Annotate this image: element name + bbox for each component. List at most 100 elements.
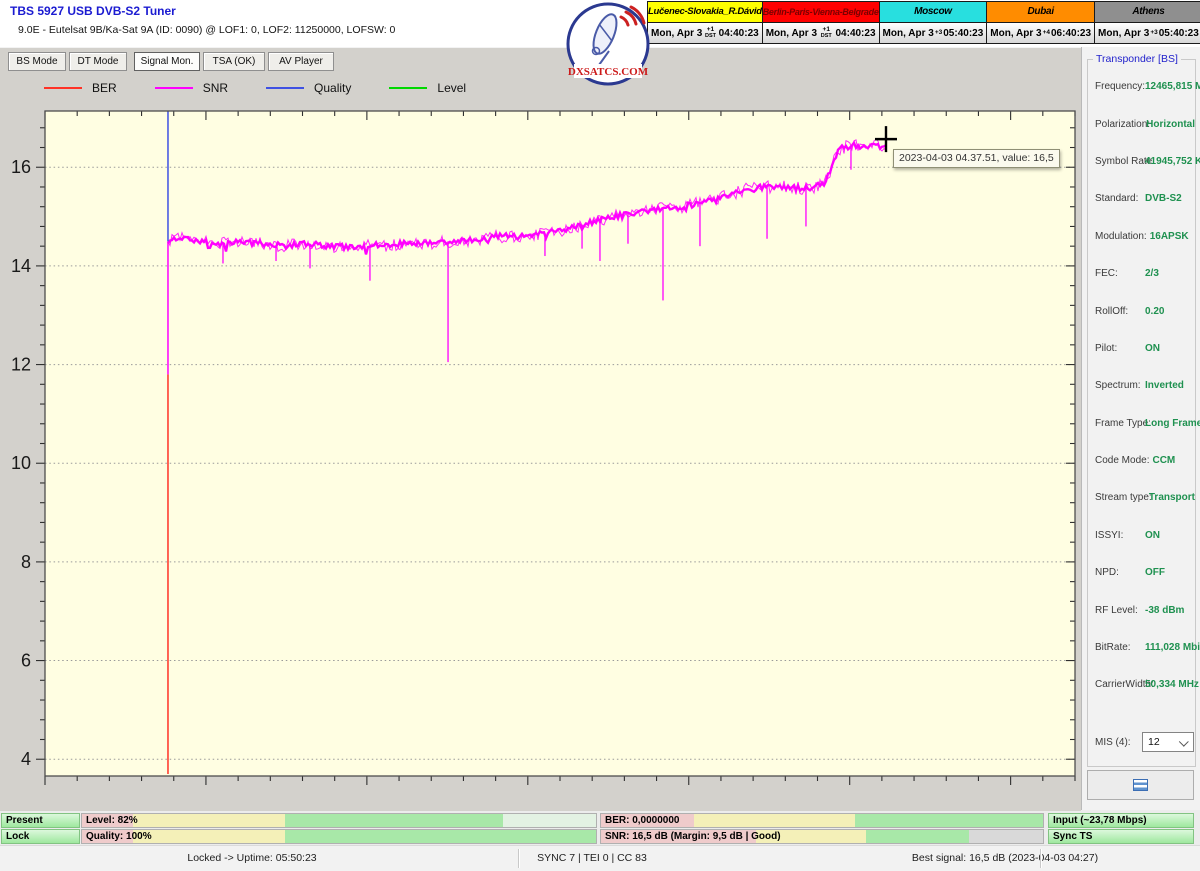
quality-bar: Quality: 100%: [81, 829, 597, 844]
level-bar: Level: 82%: [81, 813, 597, 828]
field-label: Stream type:: [1095, 492, 1152, 504]
field-label: CarrierWidth:: [1095, 679, 1154, 691]
clock-time: 05:40:23: [943, 27, 984, 39]
level-bar-text: Level: 82%: [86, 815, 138, 826]
clock-utc-offset: +4: [1042, 28, 1050, 36]
uptime-status: Locked -> Uptime: 05:50:23: [187, 852, 317, 864]
logo-text: DXSATCS.COM: [568, 66, 649, 78]
field-value: ON: [1145, 342, 1160, 354]
legend-label: Quality: [314, 81, 352, 95]
sync-counters: SYNC 7 | TEI 0 | CC 83: [537, 852, 647, 864]
svg-text:14: 14: [11, 256, 31, 276]
field-label: RF Level:: [1095, 604, 1138, 616]
clock-date: Mon, Apr 3: [651, 27, 703, 39]
field-label: Code Mode:: [1095, 455, 1150, 467]
clock-date: Mon, Apr 3: [882, 27, 934, 39]
clock-time: 06:40:23: [1051, 27, 1092, 39]
transponder-field-row: BitRate: 111,028 Mbit/s: [1088, 629, 1200, 666]
svg-text:16: 16: [11, 157, 31, 177]
field-label: BitRate:: [1095, 642, 1131, 654]
field-label: FEC:: [1095, 268, 1118, 280]
status-bar: Locked -> Uptime: 05:50:23 SYNC 7 | TEI …: [0, 845, 1200, 871]
field-label: Symbol Rate:: [1095, 155, 1156, 167]
clock-panel: Dubai Mon, Apr 3 +4 06:40:23: [986, 1, 1096, 44]
clock-date: Mon, Apr 3: [990, 27, 1042, 39]
transponder-field-row: CarrierWidth: 50,334 MHz: [1088, 666, 1199, 703]
field-value: -38 dBm: [1145, 604, 1185, 616]
clock-city-label: Berlin-Paris-Vienna-Belgrade: [762, 2, 879, 23]
transponder-field-row: Code Mode: CCM: [1088, 442, 1195, 479]
field-value: 12465,815 MHz: [1145, 81, 1200, 93]
snr-bar: SNR: 16,5 dB (Margin: 9,5 dB | Good): [600, 829, 1044, 844]
svg-text:4: 4: [21, 749, 31, 769]
transponder-field-row: RF Level: -38 dBm: [1088, 591, 1195, 628]
clock-time: 04:40:23: [835, 27, 876, 39]
field-label: Frequency:: [1095, 81, 1146, 93]
transponder-field-row: Frequency: 12465,815 MHz: [1088, 68, 1200, 105]
clock-city-label: Dubai: [987, 2, 1095, 23]
field-value: 111,028 Mbit/s: [1145, 642, 1200, 654]
legend-line-swatch: [154, 87, 193, 89]
legend-label: Level: [437, 81, 467, 95]
legend-label: BER: [92, 81, 117, 95]
svg-text:12: 12: [11, 355, 31, 375]
satellite-dish-logo-icon: DXSATCS.COM: [566, 2, 650, 86]
mis-dropdown[interactable]: 12: [1142, 732, 1194, 752]
svg-text:6: 6: [21, 651, 31, 671]
mis-row: MIS (4): 12: [1095, 732, 1195, 752]
clock-time-row: Mon, Apr 3 +3 05:40:23: [879, 23, 987, 43]
svg-text:10: 10: [11, 453, 31, 473]
transponder-field-row: Frame Type: Long Frame: [1088, 405, 1200, 442]
input-bitrate-indicator: Input (~23,78 Mbps): [1048, 813, 1194, 828]
field-label: Standard:: [1095, 193, 1139, 205]
chevron-down-icon: [1178, 736, 1189, 747]
field-value: DVB-S2: [1145, 193, 1182, 205]
field-value: OFF: [1145, 567, 1165, 579]
clock-utc-offset: +1 DST: [704, 26, 716, 39]
dxsatcs-logo: DXSATCS.COM: [565, 1, 651, 87]
clock-time-row: Mon, Apr 3 +3 05:40:23: [1095, 23, 1200, 43]
field-label: ISSYI:: [1095, 529, 1124, 541]
legend-item: BER: [44, 81, 117, 95]
mis-label: MIS (4):: [1095, 736, 1131, 748]
legend-line-swatch: [389, 87, 428, 89]
clock-time: 05:40:23: [1158, 27, 1199, 39]
chart-tooltip: 2023-04-03 04.37.51, value: 16,5: [893, 149, 1060, 168]
clock-time-row: Mon, Apr 3 +1 DST 04:40:23: [648, 23, 762, 43]
clock-city-label: Athens: [1095, 2, 1200, 23]
stream-list-button[interactable]: [1087, 770, 1194, 800]
legend-line-swatch: [44, 87, 82, 89]
transponder-groupbox: Transponder [BS] Frequency: 12465,815 MH…: [1087, 53, 1200, 767]
field-value: 0.20: [1145, 305, 1165, 317]
list-icon: [1133, 779, 1148, 791]
statusbar-divider: [518, 849, 520, 868]
clock-panel: Moscow Mon, Apr 3 +3 05:40:23: [878, 1, 988, 44]
satellite-subtitle: 9.0E - Eutelsat 9B/Ka-Sat 9A (ID: 0090) …: [18, 24, 396, 36]
world-clocks: Lučenec-Slovakia_R.Dávid Mon, Apr 3 +1 DS…: [647, 1, 1200, 44]
clock-utc-offset: +1 DST: [820, 26, 832, 39]
field-value: Long Frame: [1145, 417, 1200, 429]
ber-bar-text: BER: 0,0000000: [605, 815, 680, 826]
signal-monitor-panel: BS Mode DT Mode Signal Mon. TSA (OK) AV …: [0, 47, 1081, 811]
transponder-field-row: Stream type: Transport: [1088, 479, 1195, 516]
transponder-field-row: ISSYI: ON: [1088, 517, 1195, 554]
clock-date: Mon, Apr 3: [765, 27, 818, 39]
field-label: Pilot:: [1095, 342, 1118, 354]
svg-text:8: 8: [21, 552, 31, 572]
field-label: Frame Type:: [1095, 417, 1151, 429]
field-label: Polarization:: [1095, 118, 1151, 130]
clock-time-row: Mon, Apr 3 +1 DST 04:40:23: [762, 23, 879, 43]
legend-line-swatch: [266, 87, 305, 89]
best-signal-status: Best signal: 16,5 dB (2023-04-03 04:27): [911, 852, 1099, 864]
field-value: 41945,752 KS/s: [1145, 155, 1200, 167]
legend-item: Quality: [266, 81, 351, 95]
mis-selected-value: 12: [1148, 736, 1160, 748]
clock-panel: Athens Mon, Apr 3 +3 05:40:23: [1094, 1, 1200, 44]
clock-time: 04:40:23: [718, 27, 759, 39]
snr-bar-text: SNR: 16,5 dB (Margin: 9,5 dB | Good): [605, 831, 781, 842]
ber-bar: BER: 0,0000000: [600, 813, 1044, 828]
legend-item: Level: [389, 81, 466, 95]
clock-panel: Lučenec-Slovakia_R.Dávid Mon, Apr 3 +1 DS…: [647, 1, 763, 44]
field-label: Modulation:: [1095, 230, 1147, 242]
transponder-field-row: Pilot: ON: [1088, 330, 1195, 367]
